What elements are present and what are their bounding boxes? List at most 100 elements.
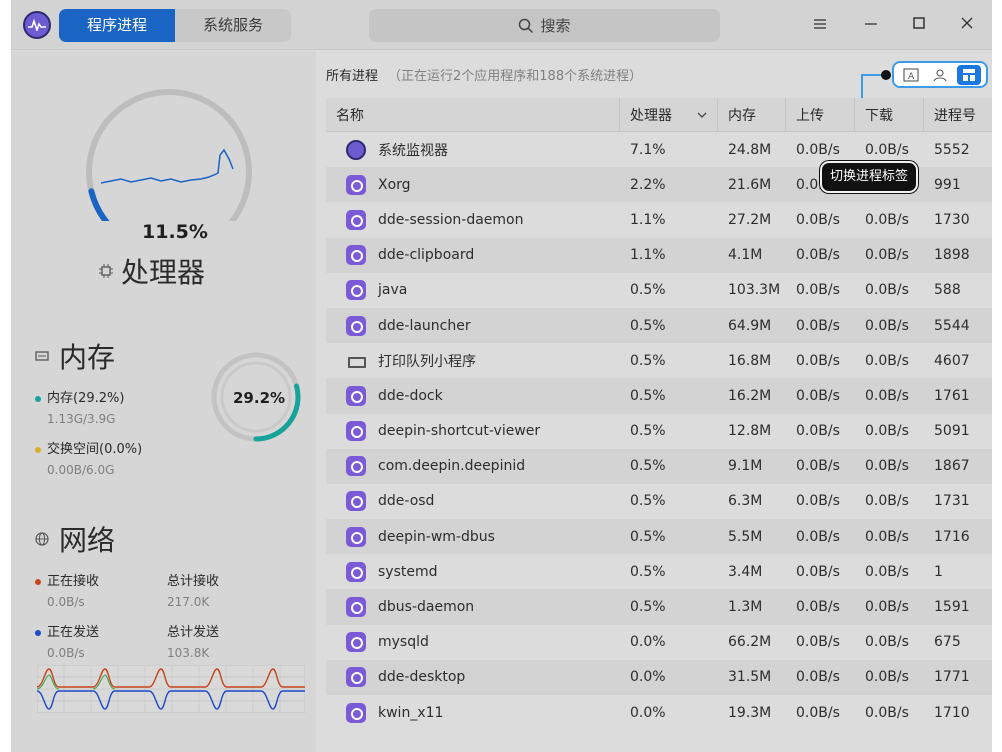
table-row[interactable]: com.deepin.deepinid 0.5% 9.1M 0.0B/s 0.0B/s 1… [326, 448, 992, 484]
view-tabs: 程序进程 系统服务 [59, 9, 291, 42]
tab-processes[interactable]: 程序进程 [59, 9, 175, 42]
process-name: dde-dock [378, 387, 443, 404]
cell-name: Xorg [326, 174, 620, 195]
cpu-title-label: 处理器 [121, 256, 206, 289]
titlebar: 程序进程 系统服务 搜索 [11, 0, 992, 50]
cell-pid: 5091 [934, 423, 970, 440]
cell-download: 0.0B/s [865, 247, 909, 264]
network-receiving: 正在接收 0.0B/s [35, 570, 99, 609]
printer-icon [346, 351, 366, 371]
receiving-value: 0.0B/s [47, 595, 85, 609]
column-header-pid[interactable]: 进程号 [924, 98, 992, 131]
process-name: mysqld [378, 634, 429, 651]
swap-legend-detail: 0.00B/6.0G [47, 463, 115, 477]
cell-memory: 66.2M [728, 634, 772, 651]
cell-cpu: 0.5% [630, 387, 666, 404]
column-header-upload[interactable]: 上传 [786, 98, 855, 131]
cpu-title: 处理器 [99, 251, 205, 291]
cell-memory: 19.3M [728, 704, 772, 721]
close-icon[interactable] [957, 15, 977, 35]
cell-memory: 12.8M [728, 423, 772, 440]
sending-label: 正在发送 [47, 625, 100, 640]
maximize-icon[interactable] [909, 15, 929, 35]
process-icon [346, 421, 366, 442]
table-row[interactable]: dde-dock 0.5% 16.2M 0.0B/s 0.0B/s 1761 [326, 378, 992, 414]
process-icon [346, 174, 366, 195]
search-box[interactable]: 搜索 [369, 9, 720, 42]
cell-memory: 4.1M [728, 247, 763, 264]
cell-cpu: 0.5% [630, 352, 666, 369]
cell-upload: 0.0B/s [796, 493, 840, 510]
cell-download: 0.0B/s [865, 387, 909, 404]
column-header-cpu[interactable]: 处理器 [620, 98, 718, 131]
process-header: 所有进程 （正在运行2个应用程序和188个系统进程） [326, 65, 642, 84]
table-row[interactable]: dde-session-daemon 1.1% 27.2M 0.0B/s 0.0B/s 1… [326, 202, 992, 238]
table-row[interactable]: kwin_x11 0.0% 19.3M 0.0B/s 0.0B/s 1710 [326, 695, 992, 731]
table-row[interactable]: dde-clipboard 1.1% 4.1M 0.0B/s 0.0B/s 1898 [326, 237, 992, 273]
cell-pid: 5544 [934, 317, 970, 334]
search-label: 搜索 [540, 17, 571, 35]
cell-pid: 1730 [934, 211, 970, 228]
all-view-icon[interactable] [956, 64, 981, 85]
cell-memory: 21.6M [728, 176, 772, 193]
cpu-percent: 11.5% [142, 221, 208, 243]
cell-name: mysqld [326, 632, 620, 653]
memory-title: 内存 [35, 336, 115, 376]
cell-pid: 4607 [934, 352, 970, 369]
cell-name: 打印队列小程序 [326, 351, 620, 371]
cell-name: dde-dock [326, 385, 620, 406]
cell-pid: 1731 [934, 493, 970, 510]
cell-download: 0.0B/s [865, 669, 909, 686]
cpu-gauge [86, 89, 252, 221]
cell-upload: 0.0B/s [796, 423, 840, 440]
table-row[interactable]: systemd 0.5% 3.4M 0.0B/s 0.0B/s 1 [326, 554, 992, 590]
column-header-download[interactable]: 下载 [855, 98, 924, 131]
cell-pid: 1898 [934, 247, 970, 264]
memory-dot [35, 395, 41, 402]
table-row[interactable]: 打印队列小程序 0.5% 16.8M 0.0B/s 0.0B/s 4607 [326, 343, 992, 379]
total-sent-label: 总计发送 [167, 625, 220, 640]
cpu-chip-icon [99, 264, 113, 278]
table-row[interactable]: dde-desktop 0.0% 31.5M 0.0B/s 0.0B/s 1771 [326, 659, 992, 695]
minimize-icon[interactable] [861, 15, 881, 35]
process-icon [346, 315, 366, 336]
process-name: 打印队列小程序 [378, 353, 476, 370]
table-row[interactable]: java 0.5% 103.3M 0.0B/s 0.0B/s 588 [326, 272, 992, 308]
cell-cpu: 1.1% [630, 211, 666, 228]
sort-chevron-down-icon [697, 112, 707, 118]
app-view-icon[interactable]: A [899, 65, 923, 85]
total-received-label: 总计接收 [167, 574, 220, 589]
system-monitor-icon [346, 139, 366, 160]
process-icon [346, 385, 366, 406]
cell-name: deepin-shortcut-viewer [326, 421, 620, 442]
network-graph [37, 665, 305, 713]
table-row[interactable]: deepin-shortcut-viewer 0.5% 12.8M 0.0B/s 0.0… [326, 413, 992, 449]
cell-download: 0.0B/s [865, 493, 909, 510]
table-row[interactable]: dde-launcher 0.5% 64.9M 0.0B/s 0.0B/s 5544 [326, 307, 992, 344]
column-header-memory[interactable]: 内存 [718, 98, 786, 131]
process-name: Xorg [378, 176, 411, 193]
cpu-gauge-track [86, 89, 252, 221]
cell-download: 0.0B/s [865, 528, 909, 545]
cell-cpu: 0.0% [630, 704, 666, 721]
tab-services[interactable]: 系统服务 [175, 9, 291, 42]
process-name: 系统监视器 [378, 142, 448, 159]
cell-download: 0.0B/s [865, 423, 909, 440]
process-name: dde-launcher [378, 317, 471, 334]
table-row[interactable]: mysqld 0.0% 66.2M 0.0B/s 0.0B/s 675 [326, 624, 992, 660]
process-icon [346, 702, 366, 723]
user-view-icon[interactable] [928, 65, 952, 85]
cell-upload: 0.0B/s [796, 247, 840, 264]
process-icon [346, 456, 366, 477]
table-row[interactable]: deepin-wm-dbus 0.5% 5.5M 0.0B/s 0.0B/s 1716 [326, 519, 992, 555]
process-rows: 系统监视器 7.1% 24.8M 0.0B/s 0.0B/s 5552 Xorg 2.2% 21… [326, 132, 992, 731]
column-header-name[interactable]: 名称 [326, 98, 620, 131]
cell-memory: 24.8M [728, 141, 772, 158]
process-name: systemd [378, 563, 438, 580]
menu-icon[interactable] [810, 15, 830, 35]
cell-memory: 6.3M [728, 493, 763, 510]
table-row[interactable]: dde-osd 0.5% 6.3M 0.0B/s 0.0B/s 1731 [326, 483, 992, 520]
cell-upload: 0.0B/s [796, 352, 840, 369]
cell-memory: 103.3M [728, 282, 781, 299]
table-row[interactable]: dbus-daemon 0.5% 1.3M 0.0B/s 0.0B/s 1591 [326, 589, 992, 625]
